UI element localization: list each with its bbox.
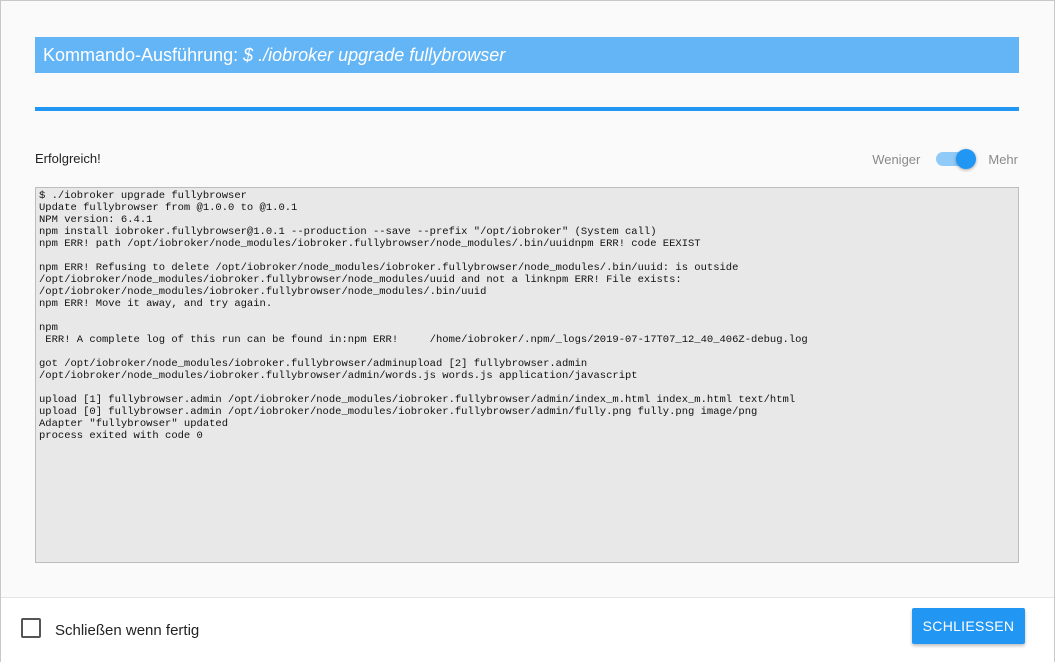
toggle-label-less[interactable]: Weniger (872, 152, 920, 167)
title-prefix: Kommando-Ausführung: (43, 45, 244, 65)
log-line: got /opt/iobroker/node_modules/iobroker.… (39, 358, 588, 370)
log-line: npm ERR! path /opt/iobroker/node_modules… (39, 238, 701, 250)
status-text: Erfolgreich! (35, 151, 101, 166)
log-line: ERR! A complete log of this run can be f… (39, 334, 808, 346)
log-line: NPM version: 6.4.1 (39, 214, 153, 226)
close-when-done-label[interactable]: Schließen wenn fertig (55, 622, 199, 639)
verbosity-toggle[interactable] (936, 149, 977, 169)
dialog-title: Kommando-Ausführung: $ ./iobroker upgrad… (35, 37, 1019, 73)
log-line: npm ERR! Move it away, and try again. (39, 298, 273, 310)
log-line: /opt/iobroker/node_modules/iobroker.full… (39, 274, 682, 286)
log-line: /opt/iobroker/node_modules/iobroker.full… (39, 370, 638, 382)
log-line: Update fullybrowser from @1.0.0 to @1.0.… (39, 202, 298, 214)
log-line: npm (39, 322, 58, 334)
close-when-done-checkbox[interactable] (21, 618, 41, 638)
log-line: npm ERR! Refusing to delete /opt/iobroke… (39, 262, 739, 274)
title-command: $ ./iobroker upgrade fullybrowser (243, 45, 506, 65)
command-output-log[interactable]: $ ./iobroker upgrade fullybrowser Update … (35, 187, 1019, 563)
toggle-label-more[interactable]: Mehr (988, 152, 1018, 167)
toggle-knob[interactable] (956, 149, 977, 169)
log-line: $ ./iobroker upgrade fullybrowser (39, 190, 247, 202)
dialog-footer: Schließen wenn fertig SCHLIESSEN (1, 597, 1054, 662)
verbosity-toggle-group: Weniger Mehr (872, 148, 1018, 170)
log-line: npm install iobroker.fullybrowser@1.0.1 … (39, 226, 657, 238)
log-line: process exited with code 0 (39, 430, 203, 442)
command-dialog: Kommando-Ausführung: $ ./iobroker upgrad… (0, 0, 1055, 662)
progress-bar (35, 107, 1019, 111)
log-line: upload [1] fullybrowser.admin /opt/iobro… (39, 394, 796, 406)
log-line: Adapter "fullybrowser" updated (39, 418, 229, 430)
log-line: /opt/iobroker/node_modules/iobroker.full… (39, 286, 487, 298)
log-line: upload [0] fullybrowser.admin /opt/iobro… (39, 406, 758, 418)
close-button[interactable]: SCHLIESSEN (912, 608, 1025, 644)
